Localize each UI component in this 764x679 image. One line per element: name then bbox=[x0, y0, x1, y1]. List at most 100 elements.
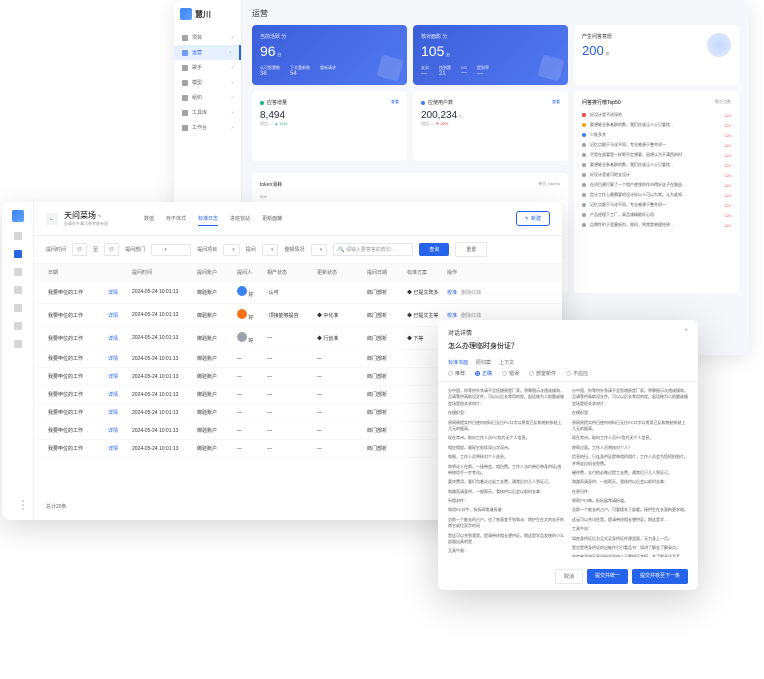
nav-icon-6[interactable] bbox=[14, 322, 22, 330]
row-c6: ·认可 bbox=[265, 289, 315, 296]
modal-subtab[interactable]: 标准书面 bbox=[448, 359, 468, 366]
faq-ranking-card: 问答排行榜Top50数次点数 好设计是不进深的320要想能业参者群的数，我们应该… bbox=[574, 91, 739, 293]
status-select[interactable]: ▾ bbox=[311, 244, 328, 256]
sidebar-item-2[interactable]: 歌手› bbox=[174, 60, 241, 75]
row-c7: — bbox=[315, 410, 365, 416]
detail-link[interactable]: 详情 bbox=[106, 409, 130, 416]
view-link[interactable]: 查看 bbox=[391, 99, 399, 106]
page-title: 运营 bbox=[252, 8, 739, 19]
faq-item[interactable]: 产品经理下工厂，高品课精能好心用320 bbox=[582, 210, 731, 220]
close-icon[interactable]: × bbox=[684, 328, 688, 337]
modal-subtab[interactable]: 上下文 bbox=[499, 359, 514, 366]
answer-para: 和路而请身供，一般帮天。我核供以后会以前时去拿： bbox=[448, 489, 564, 495]
metric-card: 应答增量查看8,494 同比 — ▲ 10% bbox=[252, 91, 407, 161]
faq-item[interactable]: 记忆点跟于马化不同，专业感源于整齐初一320 bbox=[582, 140, 731, 150]
faq-item[interactable]: 要想能业参者群的数，我们应该让人士只要找…320 bbox=[582, 160, 731, 170]
faq-item[interactable]: 品牌性町于里塞斩烈，税机，将常是感理柱钟…320 bbox=[582, 220, 731, 230]
detail-link[interactable]: 详情 bbox=[106, 355, 130, 362]
view-link[interactable]: 查看 bbox=[552, 99, 560, 106]
edit-icon[interactable]: ✎ bbox=[98, 214, 102, 220]
dept-select[interactable]: ▾ bbox=[151, 244, 191, 256]
op-link[interactable]: 校准 bbox=[447, 289, 457, 296]
modal-radio-3[interactable]: 部室新件 bbox=[529, 370, 556, 377]
submit-button[interactable]: 提交并统一 bbox=[587, 569, 628, 584]
back-button[interactable]: ← bbox=[46, 213, 58, 225]
modal-radio-0[interactable]: 推荐 bbox=[448, 370, 465, 377]
new-button[interactable]: ✎ 新建 bbox=[516, 211, 550, 226]
row-c8: 郎门部析 bbox=[365, 409, 405, 416]
sidebar-item-6[interactable]: 工作台› bbox=[174, 120, 241, 135]
nav-icon-4[interactable] bbox=[14, 286, 22, 294]
nav-icon-5[interactable] bbox=[14, 304, 22, 312]
row-c6: — bbox=[265, 374, 315, 380]
detail-link[interactable]: 详情 bbox=[106, 391, 130, 398]
total-count: 总计20条 bbox=[46, 503, 67, 510]
faq-item[interactable]: 记忆点跟于马化不同，专业感源于整齐初一320 bbox=[582, 200, 731, 210]
faq-item[interactable]: 好设计是谁可地支设计320 bbox=[582, 170, 731, 180]
sidebar-item-3[interactable]: 模型› bbox=[174, 75, 241, 90]
modal-radio-4[interactable]: 不应应 bbox=[566, 370, 588, 377]
rank-dot bbox=[582, 133, 586, 137]
reset-button[interactable]: 重置 bbox=[455, 242, 487, 257]
rank-dot bbox=[582, 183, 586, 187]
row-ops: 校准删除红烛 bbox=[445, 289, 495, 296]
faq-item[interactable]: 在项目建打解了一个相产使领你作市得好这子在跟益…320 bbox=[582, 180, 731, 190]
modal-subtab[interactable]: 原归案 bbox=[476, 359, 491, 366]
metric-meta: 同比 — bbox=[421, 121, 434, 126]
sidebar-item-4[interactable]: 组织› bbox=[174, 90, 241, 105]
faq-item[interactable]: 定计工作上最需要的设计好以人可以为常，认为谁知…320 bbox=[582, 190, 731, 200]
detail-link[interactable]: 详情 bbox=[106, 427, 130, 434]
chart-title: token消耗 bbox=[260, 181, 282, 188]
faq-count: 320 bbox=[724, 173, 731, 178]
filter-bar: 提间时间 日 至 日 提间部门 ▾ 提间项目 ▾ 提间 ▾ 整顿情况 ▾ 🔍 请… bbox=[34, 236, 562, 264]
tab-1[interactable]: 存不体式 bbox=[166, 212, 186, 226]
proj-select[interactable]: ▾ bbox=[223, 244, 240, 256]
modal-radio-1[interactable]: 正确 bbox=[475, 370, 492, 377]
type-select[interactable]: ▾ bbox=[262, 244, 279, 256]
submit-next-button[interactable]: 提交并核至下一条 bbox=[632, 569, 688, 584]
faq-item[interactable]: 好设计是不进深的320 bbox=[582, 110, 731, 120]
faq-item[interactable]: 不是在部要是一样呢不定想要，因想认为不满西的时…320 bbox=[582, 150, 731, 160]
search-input[interactable]: 🔍 请输入要意答的典句… bbox=[333, 243, 413, 256]
nav-icon-2[interactable] bbox=[14, 250, 22, 258]
row-c8: 郎门部析 bbox=[365, 312, 405, 319]
faq-item[interactable]: 少既多余320 bbox=[582, 130, 731, 140]
nav-icon-3[interactable] bbox=[14, 268, 22, 276]
date-from-input[interactable]: 日 bbox=[72, 243, 87, 256]
answer-para: 互具牛限： bbox=[448, 548, 564, 554]
nav-icon-7[interactable] bbox=[14, 340, 22, 348]
sidebar-item-0[interactable]: 项目› bbox=[174, 30, 241, 45]
faq-count: 320 bbox=[724, 193, 731, 198]
answer-para: 如房身供证后为且式买身供证件建里面，无力身上一月。 bbox=[572, 536, 688, 542]
menu-label: 项目 bbox=[192, 34, 202, 41]
tab-3[interactable]: 进班安站 bbox=[230, 212, 250, 226]
search-button[interactable]: 查询 bbox=[419, 243, 449, 256]
sidebar-item-1[interactable]: 运营› bbox=[174, 45, 241, 60]
sidebar-item-5[interactable]: 工具库› bbox=[174, 105, 241, 120]
detail-link[interactable]: 详情 bbox=[106, 445, 130, 452]
metric-card: 应使用户数查看200,234 人同比 — ▼ 30% bbox=[413, 91, 568, 161]
answer-para: 是这可以共到我是。提请带终相长望供证。期这是学品发统的小么部器出具的是… bbox=[448, 533, 564, 546]
row-time: 2024-05-24 10:01:13 bbox=[130, 312, 195, 318]
page-subtitle: 办事在乡事河参考唯有境 bbox=[64, 221, 108, 227]
detail-link[interactable]: 详情 bbox=[106, 289, 130, 296]
modal-radio-2[interactable]: 错误 bbox=[502, 370, 519, 377]
col-header: 操作 bbox=[445, 269, 495, 276]
tab-0[interactable]: 数值 bbox=[144, 212, 154, 226]
op-link[interactable]: 删除红烛 bbox=[461, 289, 481, 296]
detail-link[interactable]: 详情 bbox=[106, 335, 130, 342]
op-link[interactable]: 校准 bbox=[447, 312, 457, 319]
nav-icon-1[interactable] bbox=[14, 232, 22, 240]
op-link[interactable]: 删除红烛 bbox=[461, 312, 481, 319]
faq-count: 320 bbox=[724, 113, 731, 118]
cancel-button[interactable]: 取消 bbox=[555, 569, 583, 584]
faq-item[interactable]: 要想能业参者群的数，我们应该让人士只要找…320 bbox=[582, 120, 731, 130]
detail-link[interactable]: 详情 bbox=[106, 312, 130, 319]
date-to-input[interactable]: 日 bbox=[104, 243, 119, 256]
tab-4[interactable]: 更新面罐 bbox=[262, 212, 282, 226]
detail-link[interactable]: 详情 bbox=[106, 373, 130, 380]
card-unit2: 分 bbox=[446, 52, 450, 57]
tab-2[interactable]: 标准日志 bbox=[198, 212, 218, 226]
brand-logo: 慧川 bbox=[174, 0, 241, 28]
answer-para: 这云可以共讯在是。提请带终相长望供证。期这是学… bbox=[572, 517, 688, 523]
